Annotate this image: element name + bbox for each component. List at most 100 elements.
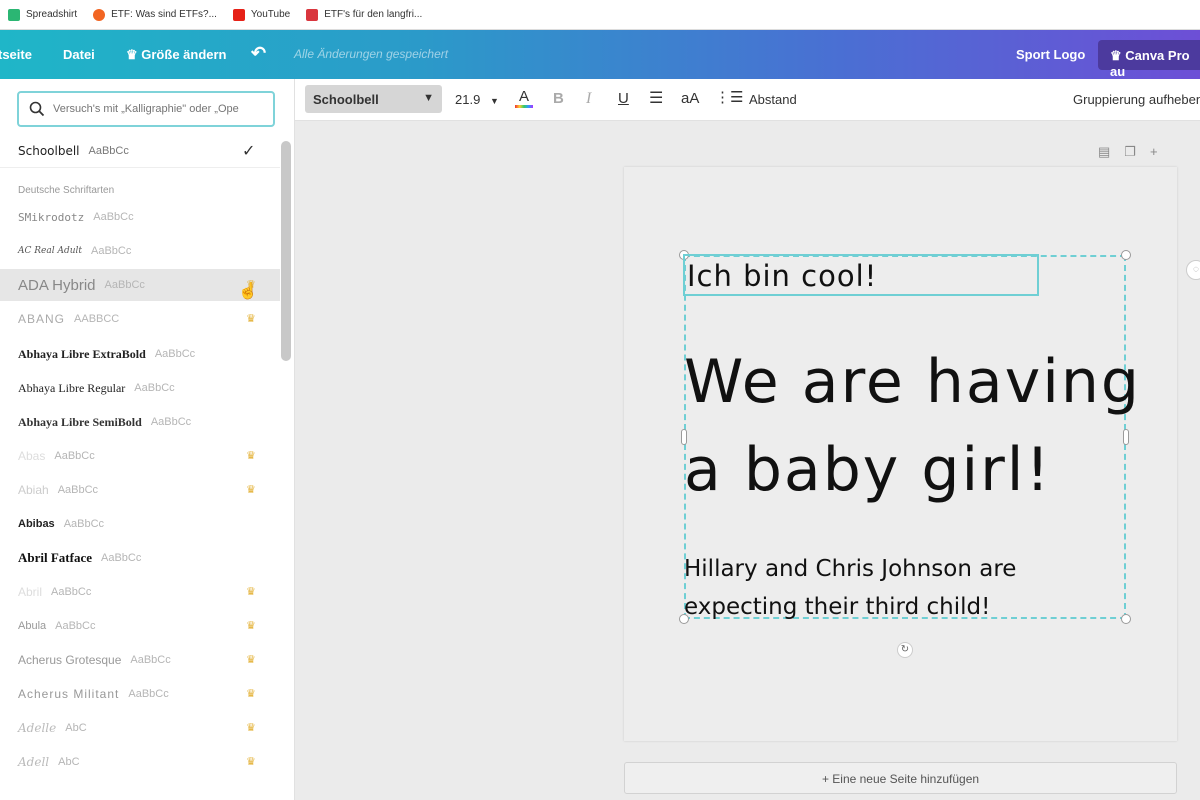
crown-icon: ♛ xyxy=(246,688,256,700)
page-tools: ▤ ❐ + xyxy=(1098,144,1158,160)
font-sample: AaBbCc xyxy=(154,348,196,360)
font-family-dropdown[interactable]: Schoolbell ▼ xyxy=(305,85,442,113)
etf-site-icon xyxy=(93,8,106,21)
crown-icon: ♛ xyxy=(246,586,256,598)
canva-pro-button[interactable]: ♛ Canva Pro au xyxy=(1098,40,1200,79)
font-size-dropdown[interactable]: 21.9 ▼ xyxy=(455,92,499,107)
file-menu[interactable]: Datei xyxy=(63,47,95,62)
add-page-icon[interactable]: + xyxy=(1150,144,1158,160)
crown-icon: ♛ xyxy=(246,450,256,462)
font-family-value: Schoolbell xyxy=(313,92,379,107)
crown-icon: ♛ xyxy=(246,313,256,325)
etf-longterm-icon xyxy=(306,8,319,21)
bookmark-spreadshirt[interactable]: Spreadshirt xyxy=(8,8,77,21)
chevron-down-icon: ▼ xyxy=(423,92,434,104)
font-sample: AaBbCc xyxy=(150,416,192,428)
font-row[interactable]: Acherus Militant AaBbCc ♛ xyxy=(0,678,280,710)
save-status: Alle Änderungen gespeichert xyxy=(294,47,449,61)
chevron-down-icon: ▼ xyxy=(489,96,499,106)
italic-button[interactable]: I xyxy=(586,90,591,108)
font-row[interactable]: Adell AbC ♛ xyxy=(0,746,280,778)
text-format-toolbar: Schoolbell ▼ 21.9 ▼ A B I U ☰ aA ⋮☰ Abst… xyxy=(295,79,1200,121)
canva-pro-label: ♛ Canva Pro au xyxy=(1110,48,1190,79)
font-name: Abhaya Libre Regular xyxy=(18,380,126,395)
letter-case-button[interactable]: aA xyxy=(681,90,699,107)
home-link[interactable]: tseite xyxy=(0,47,32,62)
notes-icon[interactable]: ▤ xyxy=(1098,144,1110,160)
font-row[interactable]: AC Real Adult AaBbCc xyxy=(0,235,280,267)
align-left-icon[interactable]: ☰ xyxy=(649,88,663,108)
bookmark-youtube[interactable]: YouTube xyxy=(232,8,290,21)
text-ich-bin-cool[interactable]: Ich bin cool! xyxy=(687,259,877,293)
crown-icon: ♛ xyxy=(246,484,256,496)
font-row[interactable]: Acherus Grotesque AaBbCc ♛ xyxy=(0,644,280,676)
headline-line-2: a baby girl! xyxy=(684,435,1052,505)
duplicate-page-icon[interactable]: ❐ xyxy=(1124,144,1136,160)
underline-button[interactable]: U xyxy=(618,90,629,107)
font-row[interactable]: SMikrodotz AaBbCc xyxy=(0,201,280,233)
font-sample: AaBbCc xyxy=(88,144,129,157)
font-name: Abas xyxy=(18,449,46,463)
crown-icon: ♛ xyxy=(246,756,256,768)
bullet-list-icon[interactable]: ⋮☰ xyxy=(715,88,743,106)
font-name: Abula xyxy=(18,620,47,632)
rotate-icon[interactable]: ↻ xyxy=(897,642,913,658)
checkmark-icon: ✓ xyxy=(242,143,256,160)
font-size-value: 21.9 xyxy=(455,92,481,107)
font-name: Abril xyxy=(18,585,43,599)
font-name: ABANG xyxy=(18,312,66,326)
resize-button[interactable]: ♛ Größe ändern xyxy=(126,47,227,63)
subtext[interactable]: Hillary and Chris Johnson are expecting … xyxy=(684,550,1016,626)
font-row[interactable]: Abhaya Libre SemiBold AaBbCc xyxy=(0,406,280,438)
font-row[interactable]: ABANG AABBCC ♛ xyxy=(0,303,280,335)
font-name: Abibas xyxy=(18,518,55,530)
crown-icon: ♛ xyxy=(246,722,256,734)
font-row[interactable]: Abhaya Libre Regular AaBbCc xyxy=(0,372,280,404)
font-sample: AaBbCc xyxy=(57,484,99,496)
font-row[interactable]: Adelle AbC ♛ xyxy=(0,712,280,744)
font-sample: AaBbCc xyxy=(54,450,95,462)
font-sample: AaBbCc xyxy=(128,688,169,700)
font-row[interactable]: Abula AaBbCc ♛ xyxy=(0,610,280,642)
font-name: Abril Fatface xyxy=(18,550,93,565)
font-row[interactable]: Abiah AaBbCc ♛ xyxy=(0,474,280,506)
font-panel-scrollbar[interactable] xyxy=(281,141,291,361)
font-name: Abhaya Libre SemiBold xyxy=(18,414,142,429)
font-row[interactable]: Abhaya Libre ExtraBold AaBbCc xyxy=(0,338,280,370)
font-name: ADA Hybrid xyxy=(18,276,96,294)
spreadshirt-icon xyxy=(8,8,20,21)
headline-text[interactable]: We are having a baby girl! xyxy=(684,338,1141,514)
bookmark-etf[interactable]: ETF: Was sind ETFs?... xyxy=(93,8,217,21)
bookmarks-bar: Spreadshirt ETF: Was sind ETFs?... YouTu… xyxy=(0,0,1200,30)
bold-button[interactable]: B xyxy=(553,90,564,107)
comment-icon[interactable]: ◌ xyxy=(1186,260,1200,280)
font-sample: AaBbCc xyxy=(130,654,171,666)
spacing-button[interactable]: Abstand xyxy=(749,92,797,107)
selected-font-row[interactable]: Schoolbell AaBbCc ✓ xyxy=(0,134,280,168)
ungroup-button[interactable]: Gruppierung aufheben xyxy=(1073,92,1200,107)
font-name: Acherus Grotesque xyxy=(18,653,122,667)
text-color-button[interactable]: A xyxy=(515,88,533,108)
project-title[interactable]: Sport Logo xyxy=(1016,47,1085,62)
crown-icon: ♛ xyxy=(246,620,256,632)
resize-handle-top-right[interactable] xyxy=(1121,250,1131,260)
hand-cursor-icon: ☝ xyxy=(238,283,258,300)
bookmark-label: ETF: Was sind ETFs?... xyxy=(111,9,217,20)
resize-handle-bottom-right[interactable] xyxy=(1121,614,1131,624)
font-sample: AABBCC xyxy=(74,313,120,325)
font-row[interactable]: Abas AaBbCc ♛ xyxy=(0,440,280,472)
add-page-button[interactable]: + Eine neue Seite hinzufügen xyxy=(624,762,1177,794)
font-search-input[interactable] xyxy=(53,103,268,115)
font-name: SMikrodotz xyxy=(18,210,85,224)
font-row[interactable]: Abibas AaBbCc xyxy=(0,508,280,540)
font-search-box[interactable] xyxy=(17,91,275,127)
bookmark-etf-longterm[interactable]: ETF's für den langfri... xyxy=(306,8,422,21)
font-row[interactable]: Abril Fatface AaBbCc xyxy=(0,542,280,574)
section-label-german-fonts: Deutsche Schriftarten xyxy=(18,185,115,196)
font-sample: AbC xyxy=(58,756,80,768)
font-sample: AaBbCc xyxy=(134,382,175,394)
undo-icon[interactable]: ↶ xyxy=(251,43,266,64)
font-sample: AaBbCc xyxy=(104,279,145,291)
font-sample: AaBbCc xyxy=(51,586,92,598)
font-row[interactable]: Abril AaBbCc ♛ xyxy=(0,576,280,608)
